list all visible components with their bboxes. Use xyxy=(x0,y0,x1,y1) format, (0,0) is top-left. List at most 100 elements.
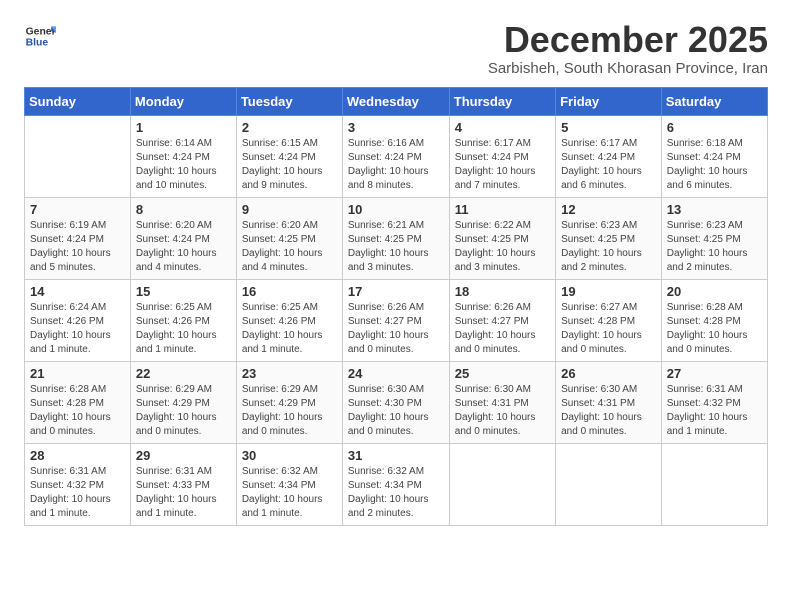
day-info: Sunrise: 6:24 AM Sunset: 4:26 PM Dayligh… xyxy=(30,301,125,357)
day-info: Sunrise: 6:17 AM Sunset: 4:24 PM Dayligh… xyxy=(455,137,550,193)
month-title: December 2025 xyxy=(488,20,768,60)
weekday-header: Saturday xyxy=(661,87,767,115)
day-number: 17 xyxy=(348,284,444,299)
calendar-day-cell: 11 Sunrise: 6:22 AM Sunset: 4:25 PM Dayli… xyxy=(449,197,555,279)
calendar-day-cell: 2 Sunrise: 6:15 AM Sunset: 4:24 PM Daylig… xyxy=(236,115,342,197)
day-number: 3 xyxy=(348,120,444,135)
general-blue-logo-icon: General Blue xyxy=(24,20,56,52)
day-info: Sunrise: 6:28 AM Sunset: 4:28 PM Dayligh… xyxy=(667,301,762,357)
day-info: Sunrise: 6:31 AM Sunset: 4:32 PM Dayligh… xyxy=(30,465,125,521)
weekday-header: Thursday xyxy=(449,87,555,115)
calendar-day-cell: 5 Sunrise: 6:17 AM Sunset: 4:24 PM Daylig… xyxy=(556,115,662,197)
day-number: 18 xyxy=(455,284,550,299)
calendar-day-cell: 18 Sunrise: 6:26 AM Sunset: 4:27 PM Dayli… xyxy=(449,279,555,361)
day-info: Sunrise: 6:32 AM Sunset: 4:34 PM Dayligh… xyxy=(348,465,444,521)
weekday-header: Monday xyxy=(130,87,236,115)
day-info: Sunrise: 6:30 AM Sunset: 4:30 PM Dayligh… xyxy=(348,383,444,439)
calendar-day-cell: 1 Sunrise: 6:14 AM Sunset: 4:24 PM Daylig… xyxy=(130,115,236,197)
calendar-table: SundayMondayTuesdayWednesdayThursdayFrid… xyxy=(24,87,768,526)
page-header: General Blue December 2025 Sarbisheh, So… xyxy=(24,20,768,77)
weekday-header: Tuesday xyxy=(236,87,342,115)
day-number: 2 xyxy=(242,120,337,135)
day-info: Sunrise: 6:25 AM Sunset: 4:26 PM Dayligh… xyxy=(242,301,337,357)
day-number: 9 xyxy=(242,202,337,217)
calendar-day-cell: 7Sunrise: 6:19 AM Sunset: 4:24 PM Daylig… xyxy=(25,197,131,279)
title-area: December 2025 Sarbisheh, South Khorasan … xyxy=(488,20,768,77)
calendar-day-cell: 9Sunrise: 6:20 AM Sunset: 4:25 PM Daylig… xyxy=(236,197,342,279)
day-info: Sunrise: 6:22 AM Sunset: 4:25 PM Dayligh… xyxy=(455,219,550,275)
calendar-day-cell: 31 Sunrise: 6:32 AM Sunset: 4:34 PM Dayli… xyxy=(342,443,449,525)
day-number: 11 xyxy=(455,202,550,217)
day-info: Sunrise: 6:21 AM Sunset: 4:25 PM Dayligh… xyxy=(348,219,444,275)
day-number: 27 xyxy=(667,366,762,381)
calendar-day-cell: 28Sunrise: 6:31 AM Sunset: 4:32 PM Dayli… xyxy=(25,443,131,525)
day-info: Sunrise: 6:29 AM Sunset: 4:29 PM Dayligh… xyxy=(136,383,231,439)
calendar-day-cell: 29 Sunrise: 6:31 AM Sunset: 4:33 PM Dayli… xyxy=(130,443,236,525)
day-number: 16 xyxy=(242,284,337,299)
calendar-day-cell: 13Sunrise: 6:23 AM Sunset: 4:25 PM Dayli… xyxy=(661,197,767,279)
calendar-day-cell: 14 Sunrise: 6:24 AM Sunset: 4:26 PM Dayli… xyxy=(25,279,131,361)
calendar-week-row: 28Sunrise: 6:31 AM Sunset: 4:32 PM Dayli… xyxy=(25,443,768,525)
calendar-day-cell: 17 Sunrise: 6:26 AM Sunset: 4:27 PM Dayli… xyxy=(342,279,449,361)
calendar-week-row: 21 Sunrise: 6:28 AM Sunset: 4:28 PM Dayli… xyxy=(25,361,768,443)
day-info: Sunrise: 6:14 AM Sunset: 4:24 PM Dayligh… xyxy=(136,137,231,193)
day-number: 10 xyxy=(348,202,444,217)
logo: General Blue xyxy=(24,20,60,52)
day-info: Sunrise: 6:19 AM Sunset: 4:24 PM Dayligh… xyxy=(30,219,125,275)
day-number: 1 xyxy=(136,120,231,135)
calendar-day-cell: 16 Sunrise: 6:25 AM Sunset: 4:26 PM Dayli… xyxy=(236,279,342,361)
day-info: Sunrise: 6:27 AM Sunset: 4:28 PM Dayligh… xyxy=(561,301,656,357)
calendar-day-cell: 21 Sunrise: 6:28 AM Sunset: 4:28 PM Dayli… xyxy=(25,361,131,443)
weekday-header: Sunday xyxy=(25,87,131,115)
calendar-day-cell xyxy=(25,115,131,197)
calendar-day-cell: 15 Sunrise: 6:25 AM Sunset: 4:26 PM Dayli… xyxy=(130,279,236,361)
calendar-day-cell: 4Sunrise: 6:17 AM Sunset: 4:24 PM Daylig… xyxy=(449,115,555,197)
calendar-day-cell: 8 Sunrise: 6:20 AM Sunset: 4:24 PM Daylig… xyxy=(130,197,236,279)
calendar-week-row: 7Sunrise: 6:19 AM Sunset: 4:24 PM Daylig… xyxy=(25,197,768,279)
day-number: 15 xyxy=(136,284,231,299)
calendar-day-cell: 22 Sunrise: 6:29 AM Sunset: 4:29 PM Dayli… xyxy=(130,361,236,443)
day-info: Sunrise: 6:17 AM Sunset: 4:24 PM Dayligh… xyxy=(561,137,656,193)
day-number: 30 xyxy=(242,448,337,463)
calendar-day-cell: 23Sunrise: 6:29 AM Sunset: 4:29 PM Dayli… xyxy=(236,361,342,443)
day-number: 5 xyxy=(561,120,656,135)
calendar-day-cell xyxy=(449,443,555,525)
day-number: 20 xyxy=(667,284,762,299)
day-number: 22 xyxy=(136,366,231,381)
day-info: Sunrise: 6:31 AM Sunset: 4:33 PM Dayligh… xyxy=(136,465,231,521)
day-info: Sunrise: 6:30 AM Sunset: 4:31 PM Dayligh… xyxy=(561,383,656,439)
calendar-day-cell: 30 Sunrise: 6:32 AM Sunset: 4:34 PM Dayli… xyxy=(236,443,342,525)
day-number: 12 xyxy=(561,202,656,217)
day-number: 19 xyxy=(561,284,656,299)
day-info: Sunrise: 6:29 AM Sunset: 4:29 PM Dayligh… xyxy=(242,383,337,439)
calendar-day-cell: 27 Sunrise: 6:31 AM Sunset: 4:32 PM Dayli… xyxy=(661,361,767,443)
day-number: 31 xyxy=(348,448,444,463)
location-subtitle: Sarbisheh, South Khorasan Province, Iran xyxy=(488,60,768,77)
day-info: Sunrise: 6:16 AM Sunset: 4:24 PM Dayligh… xyxy=(348,137,444,193)
calendar-day-cell: 19 Sunrise: 6:27 AM Sunset: 4:28 PM Dayli… xyxy=(556,279,662,361)
day-number: 8 xyxy=(136,202,231,217)
day-info: Sunrise: 6:23 AM Sunset: 4:25 PM Dayligh… xyxy=(561,219,656,275)
day-info: Sunrise: 6:25 AM Sunset: 4:26 PM Dayligh… xyxy=(136,301,231,357)
calendar-day-cell: 24 Sunrise: 6:30 AM Sunset: 4:30 PM Dayli… xyxy=(342,361,449,443)
weekday-header: Wednesday xyxy=(342,87,449,115)
day-number: 6 xyxy=(667,120,762,135)
day-number: 24 xyxy=(348,366,444,381)
day-info: Sunrise: 6:30 AM Sunset: 4:31 PM Dayligh… xyxy=(455,383,550,439)
weekday-header: Friday xyxy=(556,87,662,115)
day-info: Sunrise: 6:31 AM Sunset: 4:32 PM Dayligh… xyxy=(667,383,762,439)
calendar-day-cell: 20 Sunrise: 6:28 AM Sunset: 4:28 PM Dayli… xyxy=(661,279,767,361)
day-info: Sunrise: 6:28 AM Sunset: 4:28 PM Dayligh… xyxy=(30,383,125,439)
calendar-day-cell: 6Sunrise: 6:18 AM Sunset: 4:24 PM Daylig… xyxy=(661,115,767,197)
calendar-day-cell xyxy=(556,443,662,525)
day-info: Sunrise: 6:15 AM Sunset: 4:24 PM Dayligh… xyxy=(242,137,337,193)
day-number: 25 xyxy=(455,366,550,381)
day-info: Sunrise: 6:20 AM Sunset: 4:24 PM Dayligh… xyxy=(136,219,231,275)
day-info: Sunrise: 6:26 AM Sunset: 4:27 PM Dayligh… xyxy=(455,301,550,357)
day-number: 29 xyxy=(136,448,231,463)
day-info: Sunrise: 6:26 AM Sunset: 4:27 PM Dayligh… xyxy=(348,301,444,357)
day-number: 21 xyxy=(30,366,125,381)
day-info: Sunrise: 6:32 AM Sunset: 4:34 PM Dayligh… xyxy=(242,465,337,521)
day-number: 14 xyxy=(30,284,125,299)
day-number: 13 xyxy=(667,202,762,217)
